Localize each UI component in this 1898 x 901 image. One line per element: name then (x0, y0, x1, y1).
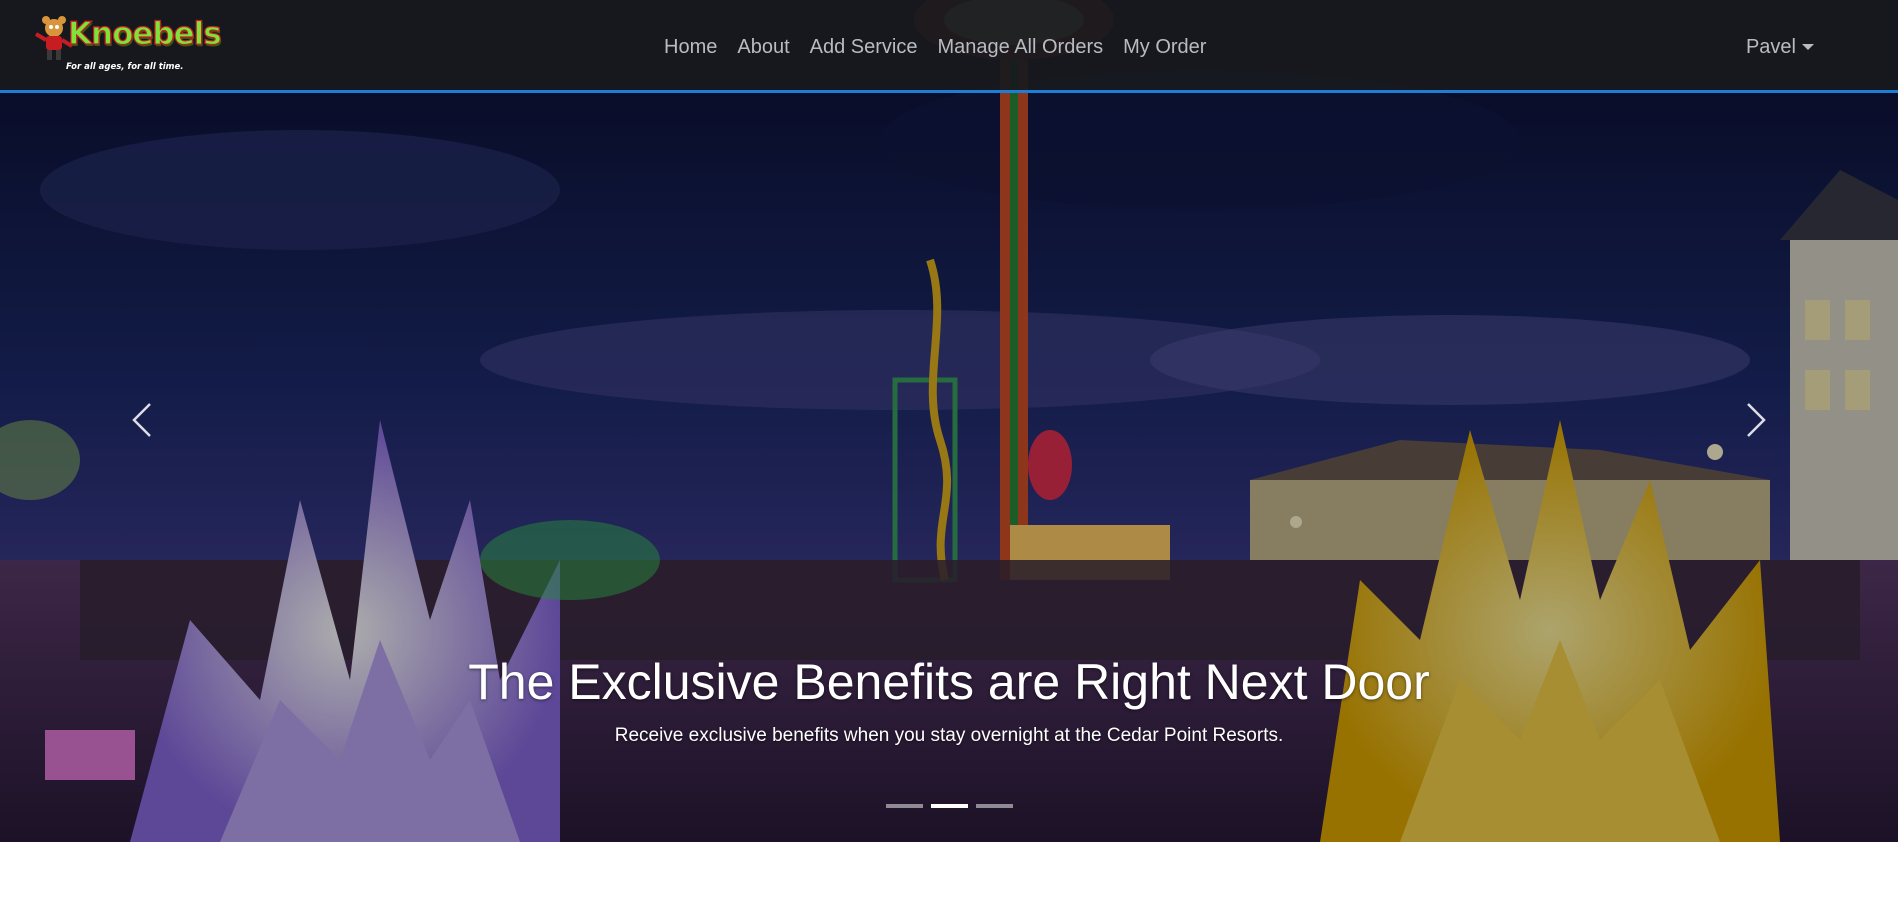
carousel-next-button[interactable] (1726, 395, 1786, 445)
carousel-caption-title: The Exclusive Benefits are Right Next Do… (468, 654, 1430, 710)
brand-tagline: For all ages, for all time. (66, 62, 184, 72)
nav-links: Home About Add Service Manage All Orders… (654, 33, 1216, 61)
carousel-indicator-2[interactable] (930, 804, 968, 808)
navbar: Knoebels For all ages, for all time. Hom… (0, 0, 1898, 93)
nav-link-home[interactable]: Home (654, 33, 727, 61)
carousel-indicator-3[interactable] (975, 804, 1013, 808)
carousel-prev-button[interactable] (112, 395, 172, 445)
hero-carousel: The Exclusive Benefits are Right Next Do… (0, 0, 1898, 842)
nav-link-manage-all-orders[interactable]: Manage All Orders (927, 33, 1113, 61)
page: The Exclusive Benefits are Right Next Do… (0, 0, 1898, 901)
brand-logo[interactable]: Knoebels For all ages, for all time. (34, 14, 222, 76)
brand-name: Knoebels (67, 15, 222, 52)
carousel-caption-text: Receive exclusive benefits when you stay… (614, 725, 1284, 746)
user-dropdown[interactable]: Pavel (1746, 33, 1814, 61)
caret-down-icon (1802, 44, 1814, 50)
chevron-right-icon (1747, 403, 1766, 437)
user-name: Pavel (1745, 36, 1796, 58)
chevron-left-icon (132, 403, 151, 437)
nav-link-add-service[interactable]: Add Service (800, 33, 928, 61)
nav-link-about[interactable]: About (727, 33, 799, 61)
carousel-indicators (0, 804, 1898, 808)
carousel-caption: The Exclusive Benefits are Right Next Do… (0, 650, 1898, 750)
carousel-indicator-1[interactable] (885, 804, 923, 808)
nav-link-my-order[interactable]: My Order (1113, 33, 1216, 61)
